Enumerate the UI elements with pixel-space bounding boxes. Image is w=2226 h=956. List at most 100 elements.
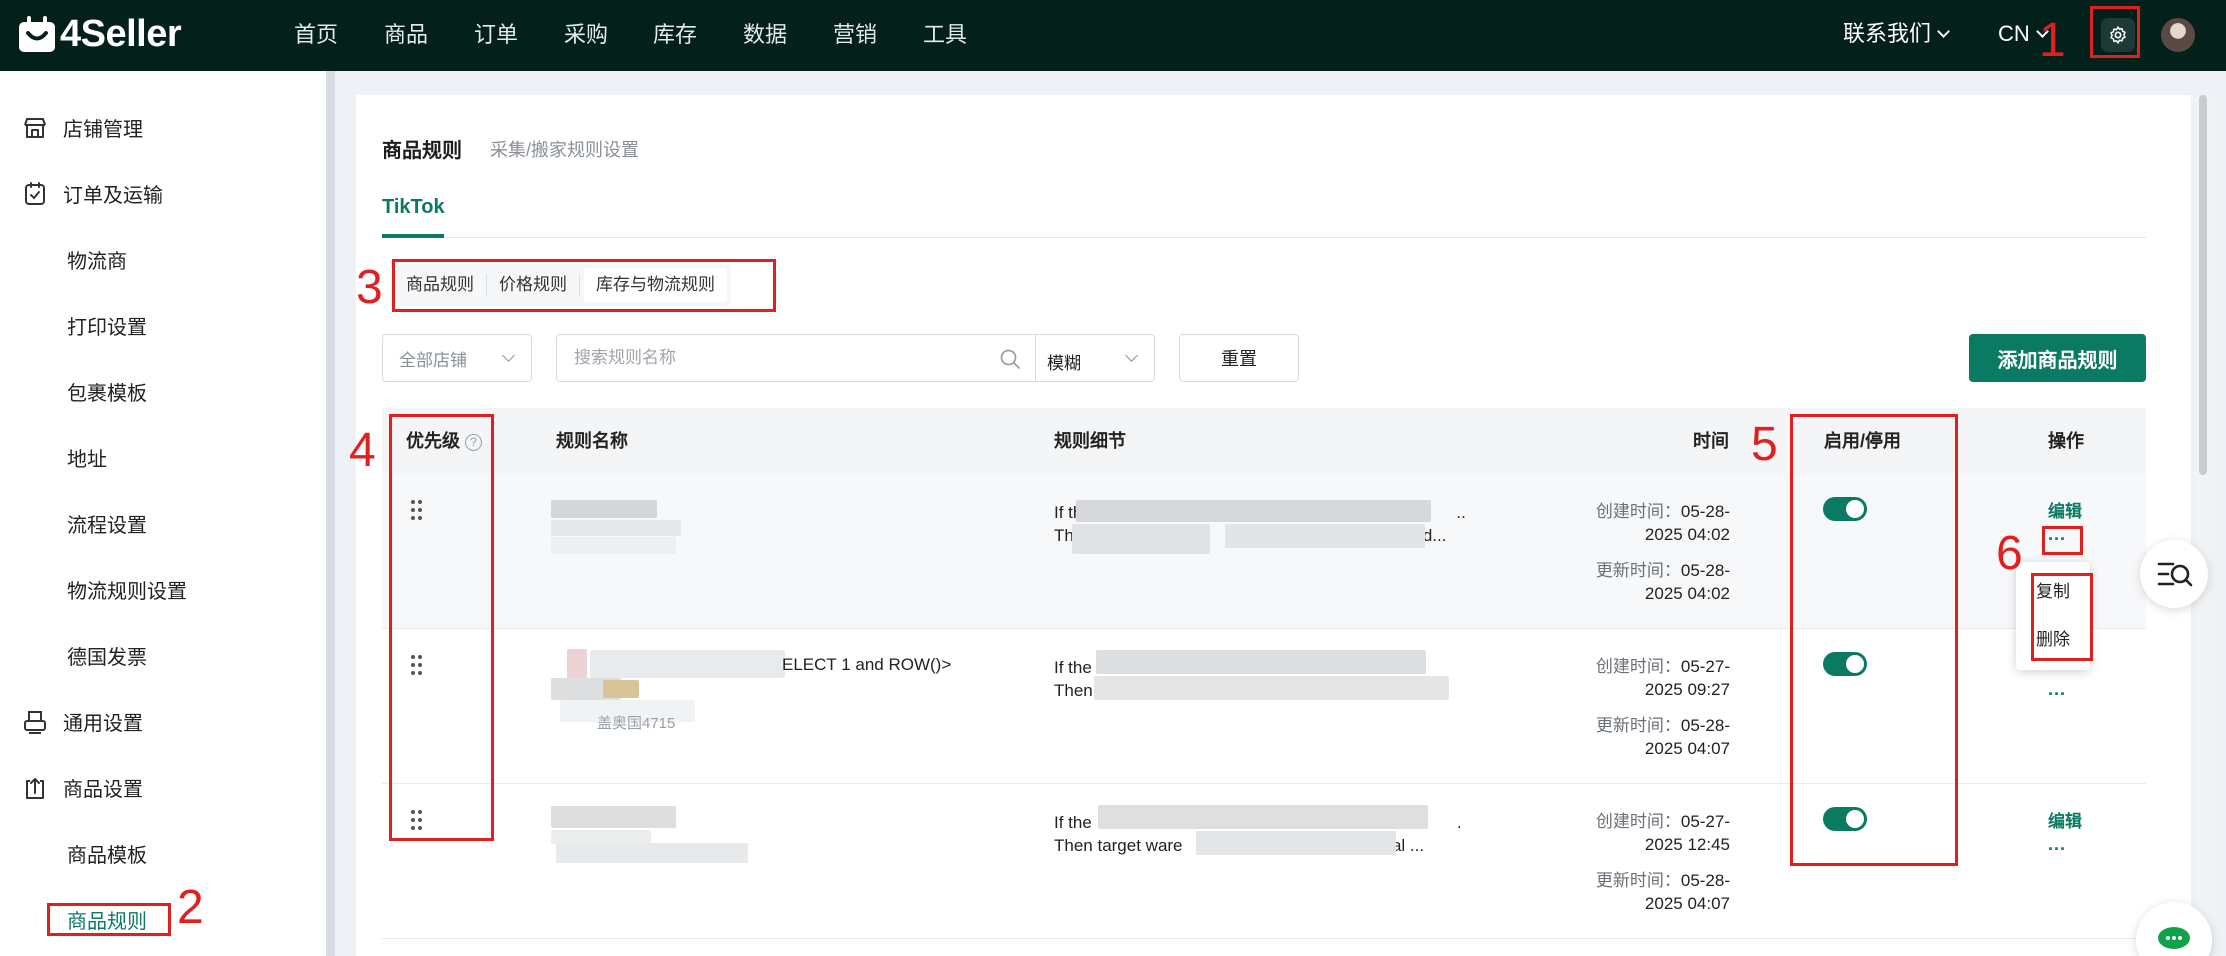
rule-detail-line2: Then target ware [1054,836,1183,855]
chevron-down-icon [1125,349,1138,362]
rule-detail-line1: If the [1054,813,1092,832]
sidebar-item-label: 商品设置 [63,778,143,801]
sidebar-item-label: 通用设置 [63,712,143,735]
created-date: 05-27- [1680,657,1730,676]
rule-detail-line2: Then [1054,681,1093,700]
sidebar-item-package-template[interactable]: 包裹模板 [0,371,326,411]
sidebar-item-address[interactable]: 地址 [0,437,326,477]
column-rule-name: 规则名称 [556,431,628,451]
page-scrollbar[interactable] [2196,95,2210,956]
sidebar-item-store-management[interactable]: 店铺管理 [0,107,326,147]
nav-products[interactable]: 商品 [384,21,428,49]
annotation-box-1 [2090,6,2140,58]
nav-home[interactable]: 首页 [294,21,338,49]
sidebar-item-carriers[interactable]: 物流商 [0,239,326,279]
app-logo[interactable]: 4Seller [17,13,182,55]
more-actions-button[interactable]: ... [2048,834,2066,855]
redacted-rule-name [551,830,651,844]
rule-timestamps: 创建时间：05-27- 2025 09:27 更新时间：05-28- 2025 … [1570,655,1730,760]
created-time: 2025 04:02 [1644,525,1730,544]
floating-chat-button[interactable] [2136,902,2212,956]
redacted-rule-detail [1076,500,1431,522]
sidebar-item-label: 流程设置 [67,514,147,537]
updated-date: 05-28- [1680,871,1730,890]
updated-label: 更新时间： [1595,561,1681,580]
redacted-rule-name [551,537,676,554]
search-icon[interactable] [999,348,1021,370]
annotation-number-1: 1 [2039,14,2066,67]
updated-date: 05-28- [1680,716,1730,735]
sidebar-item-general-settings[interactable]: 通用设置 [0,701,326,741]
updated-time: 2025 04:07 [1644,739,1730,758]
sidebar-item-label: 物流规则设置 [67,580,187,603]
annotation-box-4 [389,414,494,841]
tab-tiktok[interactable]: TikTok [382,196,445,219]
rule-timestamps: 创建时间：05-28- 2025 04:02 更新时间：05-28- 2025 … [1570,500,1730,605]
updated-time: 2025 04:07 [1644,894,1730,913]
annotation-number-6: 6 [1996,527,2023,580]
annotation-number-2: 2 [177,881,204,934]
sidebar-item-label: 订单及运输 [63,184,163,207]
tab-divider [382,237,2146,238]
annotation-box-2 [47,903,171,936]
created-time: 2025 12:45 [1644,835,1730,854]
reset-button[interactable]: 重置 [1179,334,1299,382]
sidebar-item-order-shipping[interactable]: 订单及运输 [0,173,326,213]
edit-link[interactable]: 编辑 [2048,807,2082,832]
user-avatar[interactable] [2161,18,2195,52]
annotation-number-5: 5 [1751,418,1778,471]
sidebar-item-print-settings[interactable]: 打印设置 [0,305,326,345]
annotation-box-6b [2031,573,2093,661]
match-mode-value: 模糊 [1047,354,1081,373]
scrollbar-thumb[interactable] [2199,95,2207,475]
redacted-rule-name [603,680,639,698]
sidebar-item-label: 商品模板 [67,844,147,867]
created-date: 05-27- [1680,812,1730,831]
sidebar: 店铺管理 订单及运输 物流商 打印设置 包裹模板 地址 流程设置 物流规则设置 … [0,71,326,956]
annotation-box-3 [392,259,776,312]
nav-data[interactable]: 数据 [743,21,787,49]
sidebar-item-product-settings[interactable]: 商品设置 [0,767,326,807]
product-upload-icon [26,778,44,799]
store-icon [24,118,46,138]
nav-marketing[interactable]: 营销 [833,21,877,49]
rule-detail-line1-end: .. [1456,503,1466,522]
sidebar-item-german-invoice[interactable]: 德国发票 [0,635,326,675]
column-rule-detail: 规则细节 [1054,431,1126,451]
sidebar-item-label: 店铺管理 [63,118,143,141]
sidebar-scrollbar[interactable] [326,71,335,956]
created-date: 05-28- [1680,502,1730,521]
sidebar-item-workflow-settings[interactable]: 流程设置 [0,503,326,543]
store-select[interactable]: 全部店铺 [382,334,532,382]
created-label: 创建时间： [1595,657,1681,676]
floating-search-button[interactable] [2140,540,2208,608]
match-mode-select[interactable]: 模糊 [1035,334,1155,382]
nav-orders[interactable]: 订单 [474,21,518,49]
printer-icon [24,711,46,734]
sidebar-item-label: 物流商 [67,250,127,273]
redacted-rule-name [567,649,587,679]
store-select-value: 全部店铺 [399,350,467,370]
nav-inventory[interactable]: 库存 [653,21,697,49]
edit-link[interactable]: 编辑 [2048,497,2082,522]
redacted-rule-name [551,500,657,518]
more-actions-button[interactable]: ... [2048,679,2066,700]
contact-us-menu[interactable]: 联系我们 [1843,19,1950,49]
nav-purchase[interactable]: 采购 [564,21,608,49]
add-product-rule-button[interactable]: 添加商品规则 [1969,334,2146,382]
created-label: 创建时间： [1595,502,1681,521]
rule-detail-line2-end: d... [1422,526,1447,545]
rule-timestamps: 创建时间：05-27- 2025 12:45 更新时间：05-28- 2025 … [1570,810,1730,915]
tab-active-indicator [382,234,444,238]
sidebar-item-product-template[interactable]: 商品模板 [0,833,326,873]
rule-detail-line1-end: . [1456,813,1462,832]
sidebar-item-logistics-rules[interactable]: 物流规则设置 [0,569,326,609]
nav-tools[interactable]: 工具 [923,21,967,49]
annotation-number-4: 4 [349,424,376,477]
rule-name-subtext: 盖奥国4715 [597,715,676,732]
annotation-box-5 [1790,414,1958,866]
redacted-rule-name [556,843,748,863]
created-time: 2025 09:27 [1644,680,1730,699]
rule-search-input[interactable] [574,335,974,381]
column-time: 时间 [1693,431,1729,451]
